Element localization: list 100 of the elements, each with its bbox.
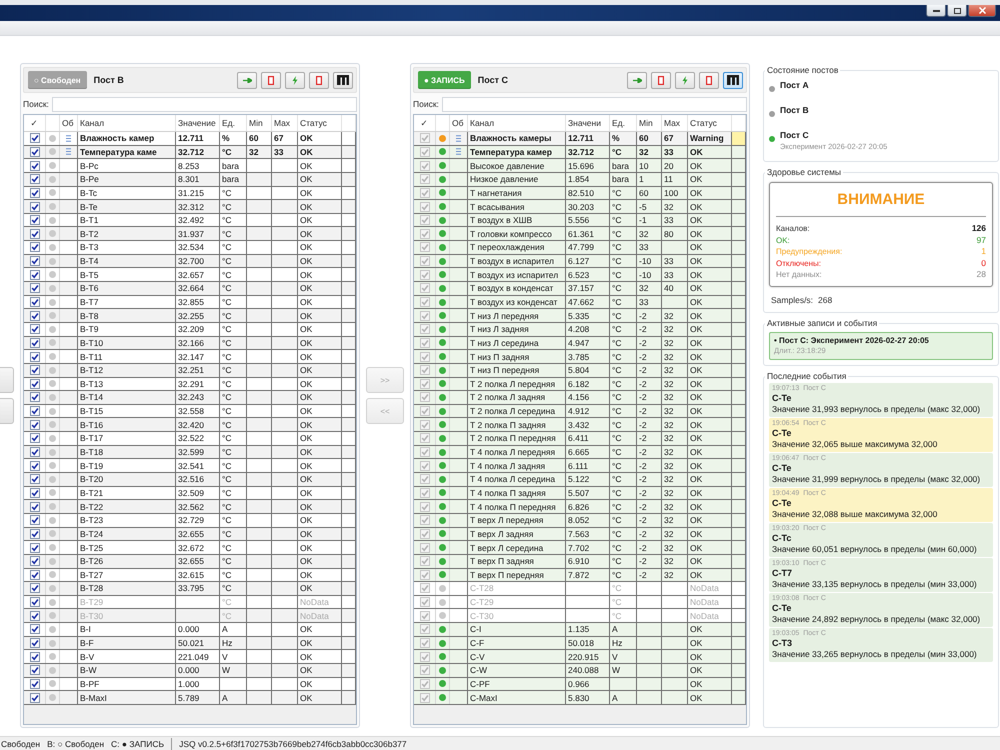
checkbox[interactable] [420,528,430,539]
checkbox[interactable] [30,174,40,184]
checkbox[interactable] [420,242,430,252]
table-row[interactable]: B-T6 32.664 °C OK [24,282,356,296]
checkbox[interactable] [420,460,430,471]
checkbox[interactable] [420,270,430,280]
table-row[interactable]: B-T4 32.700 °C OK [24,254,356,268]
checkbox[interactable] [30,502,40,512]
checkbox[interactable] [30,188,40,198]
checkbox[interactable] [420,515,430,526]
checkbox[interactable] [420,202,430,212]
table-row[interactable]: Т воздух из конденсат 47.662 °C 33 OK [414,296,746,310]
checkbox[interactable] [420,146,430,157]
table-row[interactable]: Температура камер 32.712 °C 32 33 OK [414,146,746,160]
toolbar-button[interactable] [333,72,353,88]
table-row[interactable]: C-MaxI 5.830 A OK [414,691,746,705]
checkbox[interactable] [30,652,40,662]
table-row[interactable]: Т верх П задняя 6.910 °C -2 32 OK [414,554,746,568]
table-row[interactable]: Т воздух в ХШВ 5.556 °C -1 33 OK [414,214,746,228]
checkbox[interactable] [420,228,430,239]
checkbox[interactable] [420,352,430,362]
table-row[interactable]: Т 4 полка П задняя 5.507 °C -2 32 OK [414,486,746,500]
table-row[interactable]: C-PF 0.966 OK [414,678,746,692]
checkbox[interactable] [30,474,40,484]
table-row[interactable]: B-F 50.021 Hz OK [24,636,356,650]
checkbox[interactable] [30,488,40,498]
checkbox[interactable] [30,515,40,526]
checkbox[interactable] [30,133,40,144]
table-row[interactable]: B-T27 32.615 °C OK [24,568,356,582]
table-row[interactable]: B-T28 33.795 °C OK [24,582,356,596]
checkbox[interactable] [420,570,430,580]
checkbox[interactable] [420,378,430,389]
checkbox[interactable] [420,324,430,334]
checkbox[interactable] [420,338,430,348]
table-row[interactable]: Т воздух в конденсат 37.157 °C 32 40 OK [414,282,746,296]
checkbox[interactable] [420,583,430,594]
checkbox[interactable] [30,692,40,703]
checkbox[interactable] [420,542,430,553]
minimize-button[interactable] [926,5,946,17]
table-row[interactable]: Температура каме 32.712 °C 32 33 OK [24,146,356,160]
checkbox[interactable] [30,406,40,416]
checkbox[interactable] [30,678,40,689]
checkbox[interactable] [420,678,430,689]
table-row[interactable]: Т верх Л передняя 8.052 °C -2 32 OK [414,514,746,528]
column-header[interactable]: Значение [176,115,220,131]
column-header[interactable]: Max [662,115,688,131]
table-row[interactable]: Т верх Л середина 7.702 °C -2 32 OK [414,541,746,555]
table-row[interactable]: Т 4 полка П передняя 6.826 °C -2 32 OK [414,500,746,514]
checkbox[interactable] [30,460,40,471]
table-row[interactable]: C-V 220.915 V OK [414,650,746,664]
checkbox[interactable] [420,310,430,321]
table-row[interactable]: B-T9 32.209 °C OK [24,322,356,337]
table-row[interactable]: B-T12 32.251 °C OK [24,364,356,378]
column-header[interactable]: Min [637,115,662,131]
checkbox[interactable] [30,256,40,266]
table-row[interactable]: B-T7 32.855 °C OK [24,296,356,310]
checkbox[interactable] [30,310,40,321]
checkbox[interactable] [420,365,430,376]
table-row[interactable]: Влажность камеры 12.711 % 60 67 Warning [414,132,746,146]
checkbox[interactable] [420,638,430,648]
table-row[interactable]: B-I 0.000 A OK [24,623,356,637]
checkbox[interactable] [30,420,40,430]
table-row[interactable]: Т 4 полка Л середина 5.122 °C -2 32 OK [414,473,746,487]
checkbox[interactable] [30,392,40,402]
checkbox[interactable] [420,556,430,566]
checkbox[interactable] [30,638,40,648]
table-row[interactable]: Т головки компрессо 61.361 °C 32 80 OK [414,227,746,242]
checkbox[interactable] [30,228,40,239]
table-row[interactable]: B-T17 32.522 °C OK [24,432,356,446]
checkbox[interactable] [420,488,430,498]
checkbox[interactable] [420,474,430,484]
checkbox[interactable] [30,215,40,226]
table-row[interactable]: B-T20 32.516 °C OK [24,473,356,487]
checkbox[interactable] [30,270,40,280]
checkbox[interactable] [420,283,430,294]
checkbox[interactable] [420,502,430,512]
table-row[interactable]: B-T1 32.492 °C OK [24,214,356,228]
checkbox[interactable] [420,160,430,171]
table-row[interactable]: B-T15 32.558 °C OK [24,404,356,418]
column-header[interactable]: Ед. [220,115,247,131]
table-row[interactable]: Т воздух в испарител 6.127 °C -10 33 OK [414,254,746,268]
column-header[interactable]: Ед. [610,115,637,131]
checkbox[interactable] [420,652,430,662]
table-row[interactable]: B-MaxI 5.789 A OK [24,691,356,705]
checkbox[interactable] [30,338,40,348]
checkbox[interactable] [30,297,40,307]
checkbox[interactable] [30,570,40,580]
table-row[interactable]: Т 2 полка Л задняя 4.156 °C -2 32 OK [414,391,746,405]
table-row[interactable]: Влажность камер 12.711 % 60 67 OK [24,132,356,146]
checkbox[interactable] [30,352,40,362]
table-row[interactable]: B-Pe 8.301 bara OK [24,172,356,187]
table-row[interactable]: B-T23 32.729 °C OK [24,514,356,528]
checkbox[interactable] [30,528,40,539]
checkbox[interactable] [30,160,40,171]
checkbox[interactable] [420,610,430,621]
column-header[interactable]: ✓ [414,115,436,131]
table-row[interactable]: Т 4 полка Л передняя 6.665 °C -2 32 OK [414,446,746,460]
column-header[interactable]: Об [450,115,468,131]
table-row[interactable]: B-V 221.049 V OK [24,650,356,664]
checkbox[interactable] [30,597,40,608]
